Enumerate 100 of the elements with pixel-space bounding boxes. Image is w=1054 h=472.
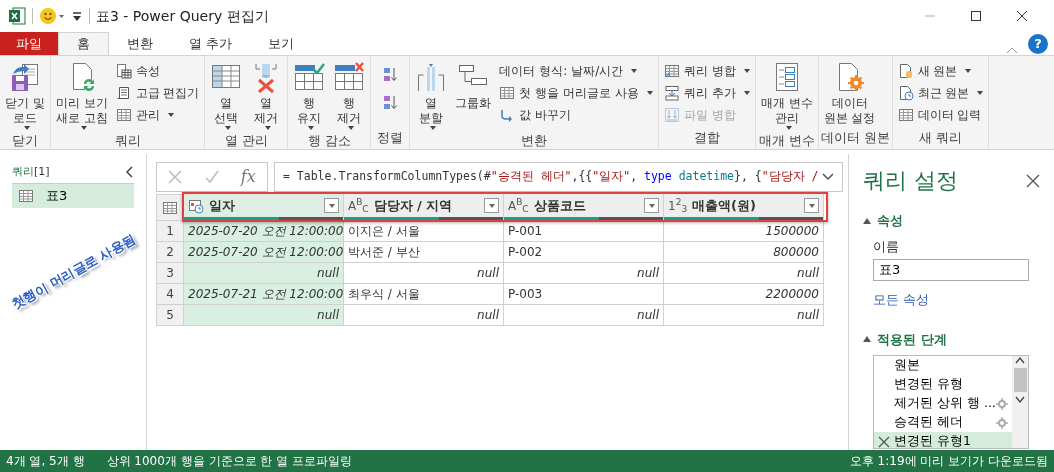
delete-icon[interactable] [878,435,890,448]
ribbon-tab[interactable]: 보기 [250,32,313,55]
check-icon[interactable] [204,170,219,184]
collapse-ribbon-icon[interactable] [1006,45,1018,55]
query-item[interactable]: 표3 [12,183,134,208]
step-item[interactable]: 변경된 유형 [874,375,1012,394]
recent-source-icon [897,85,914,101]
field-label: 이름 [873,237,900,256]
filter-button[interactable] [644,198,659,213]
group-label: 닫기 [10,132,39,150]
ribbon-button[interactable]: 매개 변수 관리 [757,59,816,132]
properties-icon [115,63,132,79]
ribbon-button[interactable]: 열 선택 [207,59,246,132]
scroll-up-icon[interactable] [1015,356,1025,364]
table-menu-button[interactable] [156,194,184,221]
step-item[interactable]: 승격된 헤더 [874,413,1012,432]
ribbon-button[interactable]: 첫 행을 머리글로 사용 [496,83,656,103]
expand-toggle-icon[interactable] [863,217,871,224]
ribbon-tab[interactable]: 열 추가 [171,32,251,55]
ribbon-button[interactable]: 쿼리 추가 [660,83,753,103]
ribbon-button[interactable]: 값 바꾸기 [496,105,656,125]
group-label: 변환 [520,132,549,150]
table-cell: 2200000 [664,284,824,305]
file-tab[interactable]: 파일 [0,32,58,55]
help-button[interactable]: ? [1028,34,1048,54]
group-label: 쿼리 [113,132,142,150]
close-icon[interactable] [1026,173,1040,188]
append-icon [663,85,680,101]
name-field[interactable]: 표3 [873,259,1029,281]
calendar-clock-icon[interactable] [188,197,204,214]
section-title: 속성 [877,212,903,230]
table-icon [115,107,132,123]
ribbon-button[interactable]: 관리 [112,105,203,125]
table-cell: P-003 [504,284,664,305]
collapse-icon[interactable] [124,166,134,179]
ribbon-button[interactable]: 닫기 및 로드 [2,59,48,132]
ribbon-button[interactable]: 데이터 입력 [894,105,987,125]
ribbon-button[interactable]: 그룹화 [452,59,495,132]
table-cell: 최우식 / 서울 [344,284,504,305]
all-properties-link[interactable]: 모든 속성 [873,290,930,310]
ribbon-tab[interactable]: 변환 [109,32,171,55]
scrollbar[interactable] [1012,356,1028,448]
ribbon-button[interactable]: 고급 편집기 [112,83,203,103]
fx-button[interactable]: fx [240,165,256,189]
table-cell: 2025-07-21 오전 12:00:00 [184,284,344,305]
pane-title: 쿼리 설정 [863,167,958,195]
table-cell: 2025-07-20 오전 12:00:00 [184,221,344,242]
table-cell: 1500000 [664,221,824,242]
table-icon [18,187,34,204]
step-item[interactable]: 원본 [874,356,1012,375]
scroll-thumb[interactable] [1013,368,1027,392]
merge-icon [663,63,680,79]
table-cell: 박서준 / 부산 [344,242,504,263]
column-header[interactable]: 1$^{2}$$_{3}$ 매출액(원) [664,194,824,221]
table-cell: null [184,263,344,284]
ribbon-button[interactable]: 데이터 형식: 날짜/시간 [496,61,656,81]
expand-toggle-icon[interactable] [863,336,871,343]
spreadsheet-logo-icon [8,7,26,25]
smiley-icon[interactable] [39,7,65,25]
group-label: 열 관리 [224,132,269,150]
table-cell: null [664,263,824,284]
ribbon-button[interactable]: 미리 보기 새로 고침 [52,59,111,132]
row-number: 1 [156,221,184,242]
row-number: 5 [156,305,184,326]
step-item[interactable]: 제거된 상위 행 ... [874,394,1012,413]
combine-files-icon [663,107,680,123]
column-header[interactable]: 일자 [184,194,344,221]
row-number: 4 [156,284,184,305]
ribbon-button[interactable]: 열 분할 [412,59,451,132]
table-cell: 2025-07-20 오전 12:00:00 [184,242,344,263]
filter-button[interactable] [804,198,819,213]
group-label: 새 쿼리 [918,129,963,147]
window-title: 표3 - Power Query 편집기 [96,6,269,26]
sort-descending-icon [382,95,399,111]
ribbon-button[interactable]: 데이터 원본 설정 [820,59,879,129]
column-header[interactable]: A$^{B}$$_{C}$ 상품코드 [504,194,664,221]
formula-field[interactable]: = Table.TransformColumnTypes(#"승격된 헤더",{{"일자", type datetime}, {"담당자 / [274,162,843,192]
ribbon-button[interactable]: 열 제거 [247,59,286,132]
expand-icon[interactable] [822,173,834,181]
ribbon-button[interactable]: 쿼리 병합 [660,61,753,81]
ribbon-tab[interactable]: 홈 [58,32,109,55]
group-label: 결합 [692,129,721,147]
maximize-icon[interactable] [970,10,982,22]
customize-icon[interactable] [71,9,83,23]
step-item[interactable]: 변경된 유형1 [874,432,1012,448]
table-icon [897,107,914,123]
column-header[interactable]: A$^{B}$$_{C}$ 담당자 / 지역 [344,194,504,221]
close-icon[interactable] [1016,10,1028,22]
scroll-down-icon[interactable] [1015,396,1025,404]
row-keep-icon [293,61,326,93]
ribbon-button[interactable]: 행 제거 [330,59,369,132]
ribbon-button[interactable]: 행 유지 [290,59,329,132]
table-cell: P-001 [504,221,664,242]
ribbon-button[interactable]: 속성 [112,61,203,81]
table-cell: 800000 [664,242,824,263]
ribbon-button[interactable]: 최근 원본 [894,83,987,103]
filter-button[interactable] [324,198,339,213]
ribbon-button[interactable]: 새 원본 [894,61,987,81]
filter-button[interactable] [484,198,499,213]
table-cell: null [184,305,344,326]
